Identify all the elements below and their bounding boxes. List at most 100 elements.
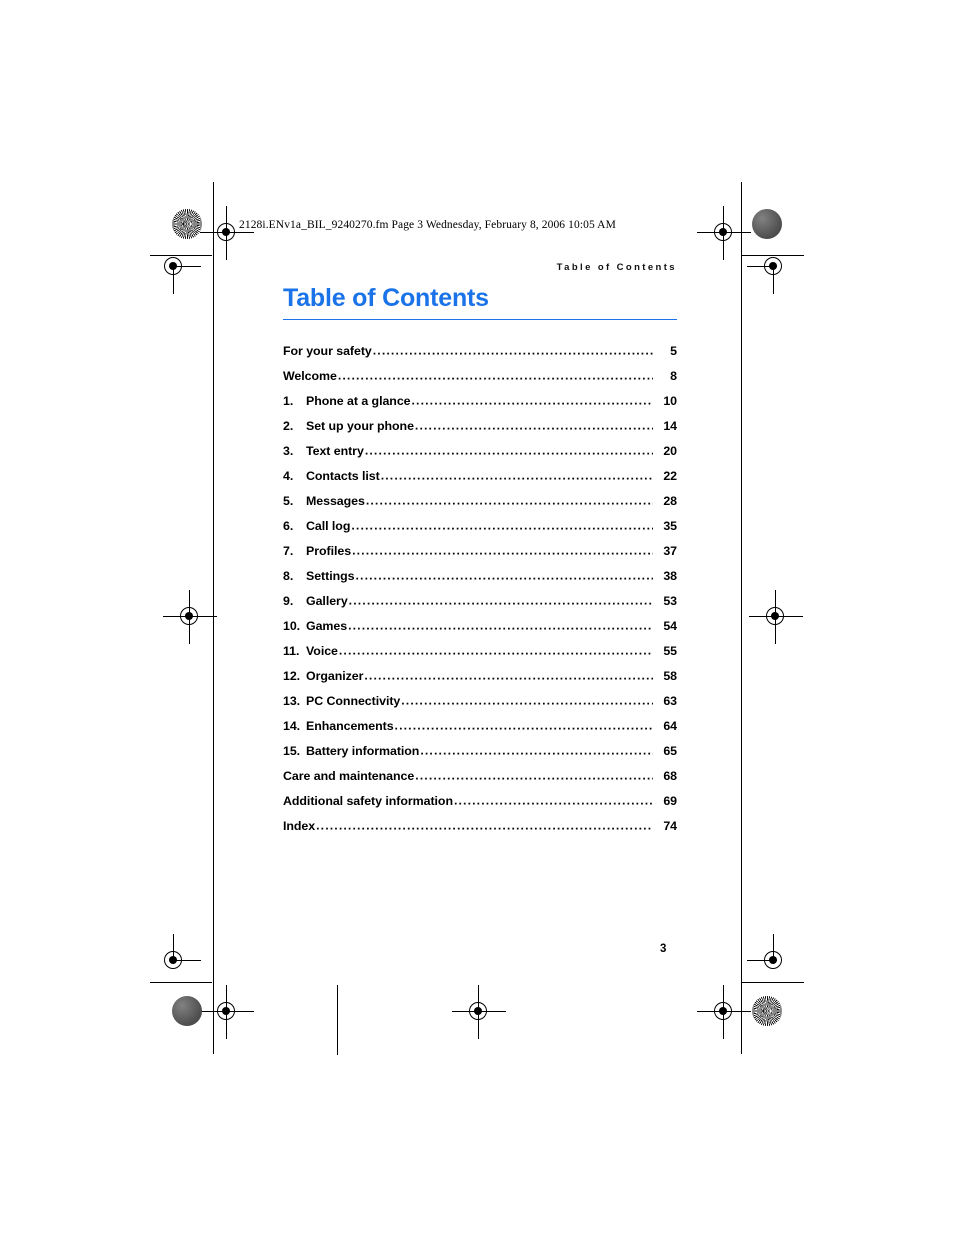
toc-entry[interactable]: 11. Voice................................… xyxy=(283,644,677,669)
registration-mark-upper-left xyxy=(147,240,201,294)
toc-entry-number: 11. xyxy=(283,644,300,659)
toc-entry[interactable]: 13. PC Connectivity......................… xyxy=(283,694,677,719)
registration-mark-top-right xyxy=(697,206,751,260)
registration-mark-top-left xyxy=(200,206,254,260)
toc-entry[interactable]: Additional safety information...........… xyxy=(283,794,677,819)
toc-entry-number: 1. xyxy=(283,394,294,409)
toc-entry-page-number: 64 xyxy=(663,719,677,734)
toc-entry-page-number: 28 xyxy=(663,494,677,509)
toc-leader-dots: ........................................… xyxy=(348,593,653,608)
trim-line-upper-left-horizontal xyxy=(150,255,212,256)
trim-line-bottom-center-vertical xyxy=(337,985,338,1055)
toc-entry[interactable]: 15. Battery information..................… xyxy=(283,744,677,769)
density-patch-top-right xyxy=(752,209,782,239)
registration-mark-upper-right xyxy=(747,240,801,294)
toc-leader-dots: ........................................… xyxy=(351,518,653,533)
toc-entry-page-number: 53 xyxy=(663,594,677,609)
toc-entry[interactable]: 8. Settings..............................… xyxy=(283,569,677,594)
toc-entry-label: Additional safety information xyxy=(283,794,453,809)
toc-entry[interactable]: 5. Messages..............................… xyxy=(283,494,677,519)
toc-entry[interactable]: 10. Games................................… xyxy=(283,619,677,644)
toc-entry-label: Index xyxy=(283,819,316,834)
toc-entry-label: Voice xyxy=(306,644,338,659)
toc-leader-dots: ........................................… xyxy=(364,668,653,683)
toc-entry-number: 2. xyxy=(283,419,294,434)
toc-entry-number: 3. xyxy=(283,444,294,459)
toc-leader-dots: ........................................… xyxy=(401,693,653,708)
toc-entry[interactable]: Welcome.................................… xyxy=(283,369,677,394)
toc-entry[interactable]: 2. Set up your phone.....................… xyxy=(283,419,677,444)
document-page: 2128i.ENv1a_BIL_9240270.fm Page 3 Wednes… xyxy=(0,0,954,1235)
toc-entry-label: Set up your phone xyxy=(306,419,414,434)
toc-entry-page-number: 5 xyxy=(670,344,677,359)
toc-leader-dots: ........................................… xyxy=(355,568,653,583)
toc-entry-number: 4. xyxy=(283,469,294,484)
toc-entry[interactable]: 12. Organizer............................… xyxy=(283,669,677,694)
toc-entry-page-number: 14 xyxy=(663,419,677,434)
trim-line-lower-left-horizontal xyxy=(150,982,212,983)
toc-entry[interactable]: 1. Phone at a glance.....................… xyxy=(283,394,677,419)
toc-entry-number: 7. xyxy=(283,544,294,559)
toc-entry-page-number: 35 xyxy=(663,519,677,534)
toc-entry-label: Call log xyxy=(306,519,351,534)
toc-leader-dots: ........................................… xyxy=(411,393,653,408)
toc-entry-page-number: 20 xyxy=(663,444,677,459)
toc-leader-dots: ........................................… xyxy=(338,643,653,658)
toc-entry-label: Profiles xyxy=(306,544,352,559)
toc-leader-dots: ........................................… xyxy=(380,468,653,483)
toc-entry[interactable]: Index...................................… xyxy=(283,819,677,844)
toc-entry-page-number: 38 xyxy=(663,569,677,584)
registration-mark-lower-right xyxy=(747,934,801,988)
star-target-top-left xyxy=(172,209,202,239)
toc-entry-number: 14. xyxy=(283,719,301,734)
toc-entry-page-number: 74 xyxy=(663,819,677,834)
toc-entry-label: Welcome xyxy=(283,369,337,384)
toc-entry-number: 15. xyxy=(283,744,301,759)
running-header: Table of Contents xyxy=(556,262,677,273)
toc-entry-page-number: 68 xyxy=(663,769,677,784)
trim-line-left-vertical xyxy=(213,182,214,1054)
toc-leader-dots: ........................................… xyxy=(415,768,653,783)
toc-entry-number: 13. xyxy=(283,694,301,709)
page-title: Table of Contents xyxy=(283,284,489,312)
toc-leader-dots: ........................................… xyxy=(453,793,653,808)
toc-entry-label: Organizer xyxy=(306,669,364,684)
trim-line-upper-right-horizontal xyxy=(742,255,804,256)
toc-entry-label: Phone at a glance xyxy=(306,394,411,409)
toc-leader-dots: ........................................… xyxy=(348,618,653,633)
title-underline-rule xyxy=(283,318,677,321)
toc-entry-label: For your safety xyxy=(283,344,372,359)
toc-leader-dots: ........................................… xyxy=(420,743,653,758)
registration-mark-lower-left xyxy=(147,934,201,988)
registration-mark-bottom-center xyxy=(452,985,506,1039)
toc-entry-label: PC Connectivity xyxy=(306,694,401,709)
toc-entry-page-number: 69 xyxy=(663,794,677,809)
toc-leader-dots: ........................................… xyxy=(364,443,653,458)
toc-leader-dots: ........................................… xyxy=(337,368,653,383)
toc-leader-dots: ........................................… xyxy=(394,718,653,733)
registration-mark-middle-left xyxy=(163,590,217,644)
star-target-bottom-right xyxy=(752,996,782,1026)
toc-entry-number: 9. xyxy=(283,594,294,609)
toc-leader-dots: ........................................… xyxy=(365,493,653,508)
toc-entry[interactable]: 9. Gallery...............................… xyxy=(283,594,677,619)
toc-entry-page-number: 55 xyxy=(663,644,677,659)
registration-mark-middle-right xyxy=(749,590,803,644)
registration-mark-bottom-left xyxy=(200,985,254,1039)
toc-entry[interactable]: 14. Enhancements.........................… xyxy=(283,719,677,744)
table-of-contents-list: For your safety.........................… xyxy=(283,344,677,844)
toc-entry[interactable]: 4. Contacts list.........................… xyxy=(283,469,677,494)
toc-entry[interactable]: For your safety.........................… xyxy=(283,344,677,369)
toc-entry-number: 12. xyxy=(283,669,301,684)
page-number-folio: 3 xyxy=(660,943,667,955)
toc-entry-page-number: 65 xyxy=(663,744,677,759)
toc-entry[interactable]: Care and maintenance....................… xyxy=(283,769,677,794)
toc-entry-number: 10. xyxy=(283,619,301,634)
toc-entry-page-number: 54 xyxy=(663,619,677,634)
toc-leader-dots: ........................................… xyxy=(414,418,653,433)
toc-entry-label: Enhancements xyxy=(306,719,394,734)
toc-entry[interactable]: 6. Call log..............................… xyxy=(283,519,677,544)
toc-entry[interactable]: 7. Profiles..............................… xyxy=(283,544,677,569)
toc-entry[interactable]: 3. Text entry............................… xyxy=(283,444,677,469)
toc-leader-dots: ........................................… xyxy=(316,818,653,833)
